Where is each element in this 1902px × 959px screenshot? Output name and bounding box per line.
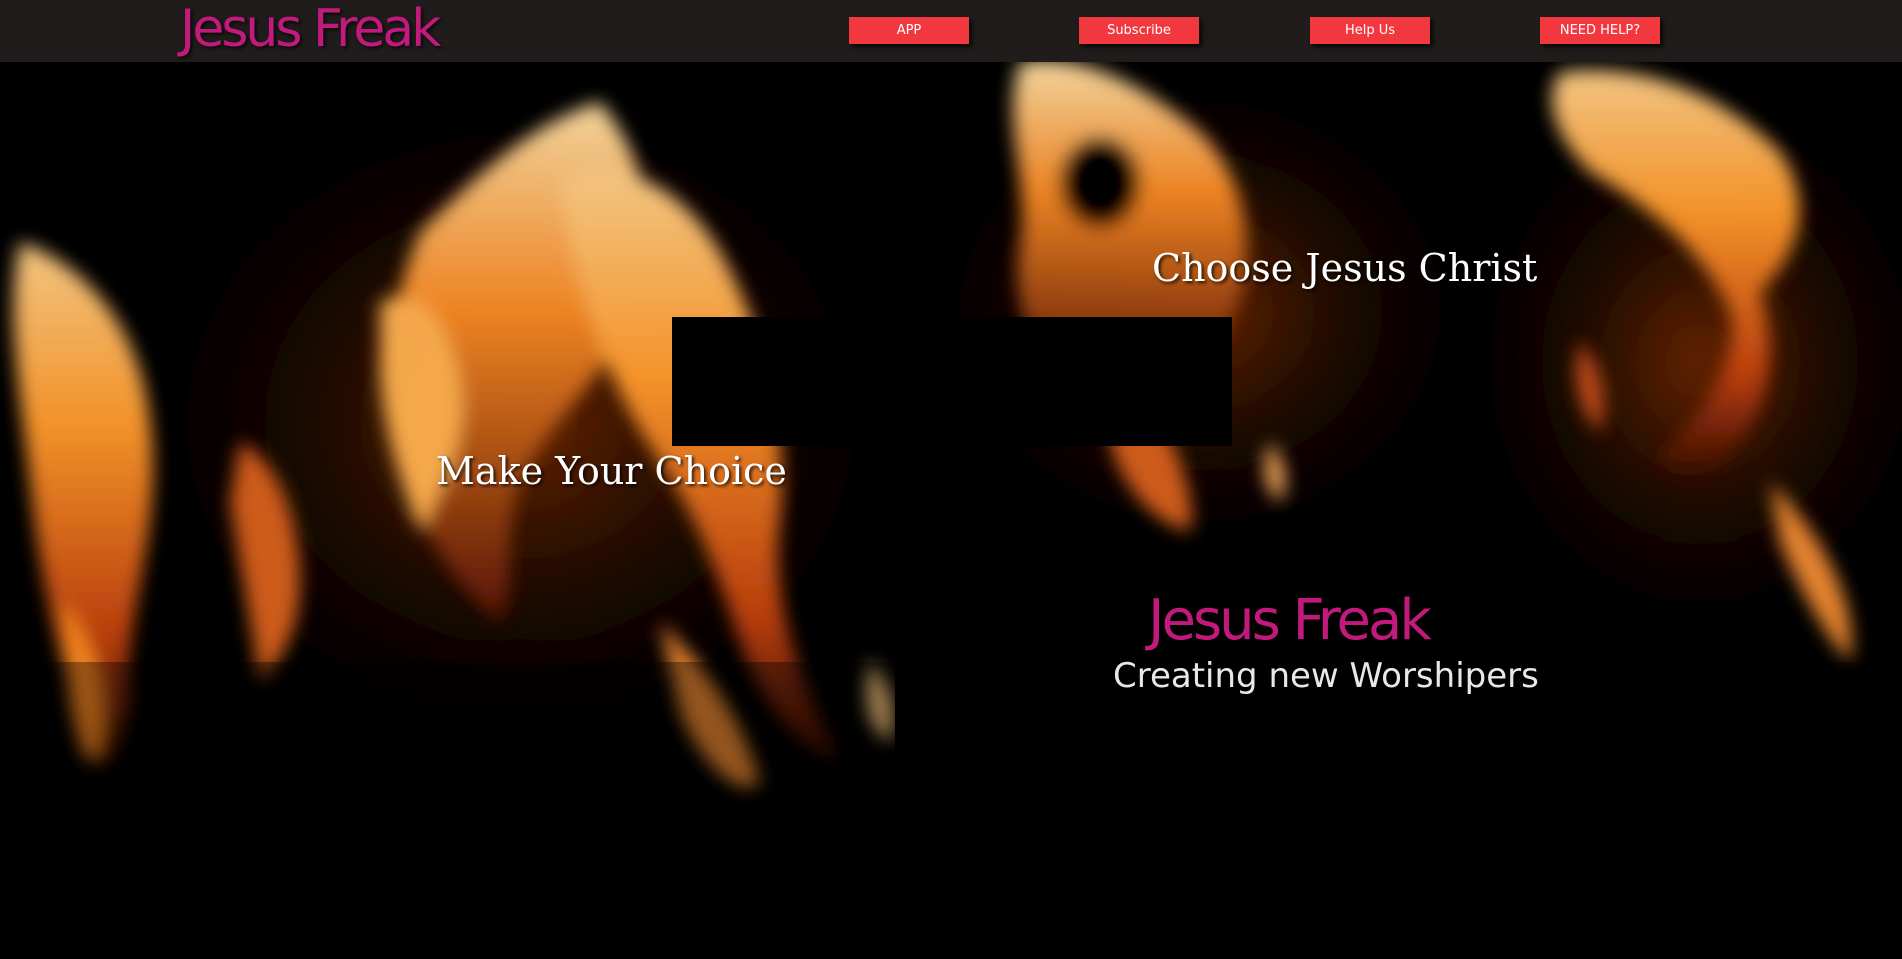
nav-app-button[interactable]: APP xyxy=(849,17,969,44)
brand-logo-large: Jesus Freak xyxy=(1148,588,1432,653)
page: Jesus Freak APP Subscribe Help Us NEED H… xyxy=(0,0,1902,959)
site-header: Jesus Freak APP Subscribe Help Us NEED H… xyxy=(0,0,1902,62)
nav-help-us-button[interactable]: Help Us xyxy=(1310,17,1430,44)
make-your-choice-heading: Make Your Choice xyxy=(436,449,787,493)
nav-need-help-button[interactable]: NEED HELP? xyxy=(1540,17,1660,44)
nav-subscribe-button[interactable]: Subscribe xyxy=(1079,17,1199,44)
cross-vertical-bar xyxy=(895,446,1008,959)
choose-jesus-heading: Choose Jesus Christ xyxy=(1152,246,1538,290)
cross-horizontal-bar xyxy=(672,317,1232,446)
site-logo[interactable]: Jesus Freak xyxy=(180,0,441,58)
tagline: Creating new Worshipers xyxy=(1113,656,1539,696)
